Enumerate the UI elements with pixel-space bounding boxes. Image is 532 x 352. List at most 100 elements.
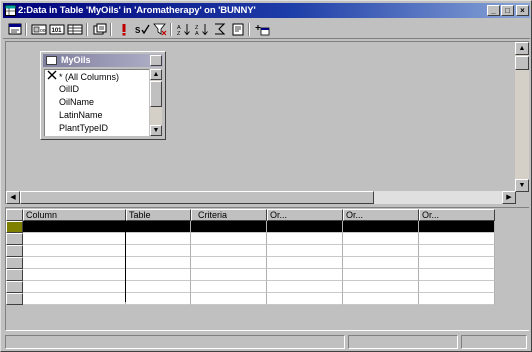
results-pane-icon[interactable] [67, 22, 83, 37]
column-header-column[interactable]: Column [23, 209, 126, 221]
table-field-list[interactable]: * (All Columns) OilID OilName LatinName … [44, 69, 149, 136]
scroll-thumb[interactable] [150, 81, 162, 107]
row-selector[interactable] [6, 257, 23, 269]
grid-pane[interactable]: Column Table Criteria Or... Or... Or... [5, 207, 529, 331]
grid-cell[interactable] [419, 281, 495, 293]
table-field-scrollbar[interactable]: ▲ ▼ [150, 69, 162, 136]
grid-cell[interactable] [343, 245, 419, 257]
grid-cell[interactable] [419, 293, 495, 305]
grid-cell[interactable] [191, 257, 267, 269]
scroll-thumb[interactable] [515, 56, 529, 70]
row-selector[interactable] [6, 293, 23, 305]
grid-cell[interactable] [23, 281, 126, 293]
table-window-myoils[interactable]: MyOils * (All Columns) OilID OilName Lat… [40, 51, 166, 140]
grid-cell[interactable] [419, 257, 495, 269]
field-oilname[interactable]: OilName [47, 96, 94, 109]
grid-cell[interactable] [126, 245, 191, 257]
title-bar[interactable]: 2:Data in Table 'MyOils' in 'Aromatherap… [3, 3, 530, 18]
grid-cell[interactable] [126, 221, 191, 233]
column-header-or-2[interactable]: Or... [343, 209, 419, 221]
grid-pane-icon[interactable]: 101 [49, 22, 65, 37]
field-all-columns[interactable]: * (All Columns) [47, 70, 119, 83]
grid-cell[interactable] [343, 221, 419, 233]
field-latinname[interactable]: LatinName [47, 109, 103, 122]
grid-cell[interactable] [126, 281, 191, 293]
field-label: PlantTypeID [59, 123, 109, 133]
column-header-or-1[interactable]: Or... [267, 209, 343, 221]
diagram-vertical-scrollbar[interactable]: ▲ ▼ [515, 42, 529, 192]
grid-cell[interactable] [267, 245, 343, 257]
scroll-up-icon[interactable]: ▲ [515, 42, 529, 55]
add-table-icon[interactable] [254, 22, 270, 37]
change-query-type-icon[interactable] [92, 22, 108, 37]
grid-cell[interactable] [191, 293, 267, 305]
grid-cell[interactable] [23, 245, 126, 257]
toolbar-separator [248, 23, 250, 36]
grid-cell[interactable] [126, 257, 191, 269]
verify-sql-icon[interactable]: S [134, 22, 150, 37]
grid-cell[interactable] [267, 281, 343, 293]
svg-text:101: 101 [52, 28, 63, 34]
grid-cell[interactable] [191, 233, 267, 245]
diagram-horizontal-scrollbar[interactable]: ◀ ▶ [6, 191, 516, 204]
grid-cell[interactable] [23, 233, 126, 245]
minimize-button[interactable]: _ [487, 5, 500, 16]
grid-cell[interactable] [343, 257, 419, 269]
diagram-pane-icon[interactable]: oo [31, 22, 47, 37]
column-header-table[interactable]: Table [126, 209, 191, 221]
grid-cell[interactable] [191, 245, 267, 257]
grid-cell[interactable] [191, 269, 267, 281]
remove-filter-icon[interactable] [152, 22, 168, 37]
sql-pane-icon[interactable] [7, 22, 23, 37]
checked-icon[interactable] [47, 70, 59, 84]
grid-cell[interactable] [419, 269, 495, 281]
scroll-right-icon[interactable]: ▶ [502, 191, 516, 204]
grid-cell[interactable] [267, 257, 343, 269]
grid-cell[interactable] [343, 233, 419, 245]
sort-ascending-icon[interactable]: AZ [176, 22, 192, 37]
scroll-down-icon[interactable]: ▼ [515, 179, 529, 192]
grid-cell[interactable] [267, 233, 343, 245]
grid-cell[interactable] [419, 221, 495, 233]
diagram-pane[interactable]: MyOils * (All Columns) OilID OilName Lat… [5, 41, 529, 204]
grid-cell[interactable] [419, 245, 495, 257]
grid-cell[interactable] [267, 269, 343, 281]
properties-icon[interactable] [230, 22, 246, 37]
run-icon[interactable] [116, 22, 132, 37]
scroll-left-icon[interactable]: ◀ [6, 191, 20, 204]
grid-cell[interactable] [191, 281, 267, 293]
maximize-button[interactable]: □ [501, 5, 514, 16]
grid-cell[interactable] [343, 293, 419, 305]
field-planttypeid[interactable]: PlantTypeID [47, 122, 108, 135]
grid-cell[interactable] [23, 221, 126, 233]
column-header-or-3[interactable]: Or... [419, 209, 495, 221]
row-selector[interactable] [6, 281, 23, 293]
use-group-by-icon[interactable] [212, 22, 228, 37]
grid-cell[interactable] [267, 221, 343, 233]
row-selector[interactable] [6, 233, 23, 245]
field-oilid[interactable]: OilID [47, 83, 79, 96]
grid-cell[interactable] [126, 293, 191, 305]
table-window-minimize-button[interactable] [150, 55, 162, 66]
row-selector[interactable] [6, 221, 23, 233]
grid-cell[interactable] [343, 281, 419, 293]
grid-cell[interactable] [23, 269, 126, 281]
row-selector[interactable] [6, 245, 23, 257]
close-button[interactable]: × [516, 5, 529, 16]
scroll-thumb[interactable] [20, 191, 374, 204]
grid-cell[interactable] [191, 221, 267, 233]
scroll-up-icon[interactable]: ▲ [150, 69, 162, 80]
grid-cell[interactable] [419, 233, 495, 245]
grid-cell[interactable] [267, 293, 343, 305]
grid-cell[interactable] [343, 269, 419, 281]
row-selector[interactable] [6, 269, 23, 281]
field-label: OilName [59, 97, 95, 107]
grid-cell[interactable] [23, 257, 126, 269]
grid-cell[interactable] [126, 233, 191, 245]
scroll-down-icon[interactable]: ▼ [150, 125, 162, 136]
sort-descending-icon[interactable]: ZA [194, 22, 210, 37]
grid-cell[interactable] [126, 269, 191, 281]
column-header-criteria[interactable]: Criteria [191, 209, 267, 221]
table-window-titlebar[interactable]: MyOils [43, 54, 163, 67]
grid-cell[interactable] [23, 293, 126, 305]
